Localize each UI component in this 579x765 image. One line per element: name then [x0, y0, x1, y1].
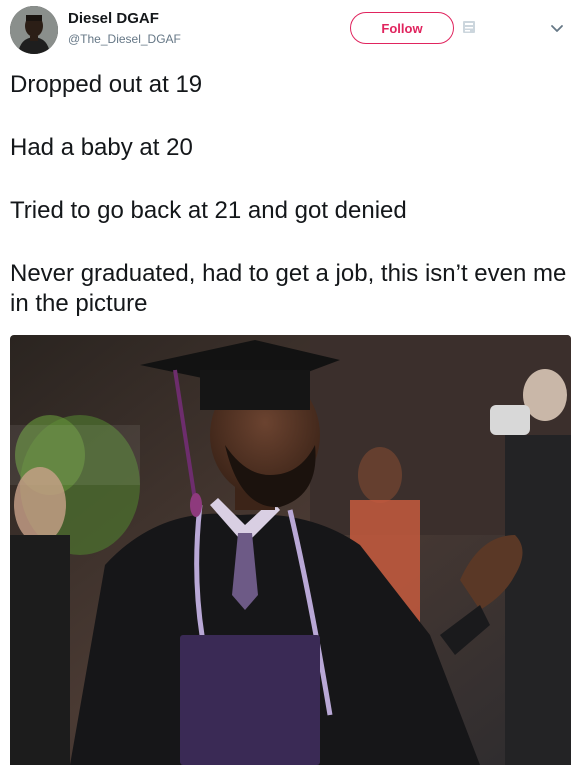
follow-button[interactable]: Follow — [350, 12, 454, 44]
graduation-photo — [10, 335, 571, 765]
tweet-header: Diesel DGAF @The_Diesel_DGAF Follow — [10, 6, 570, 56]
chevron-down-icon[interactable] — [550, 24, 564, 34]
tweet-card: Diesel DGAF @The_Diesel_DGAF Follow Drop… — [0, 0, 579, 765]
user-name-block[interactable]: Diesel DGAF @The_Diesel_DGAF — [68, 10, 181, 48]
tweet-line: Dropped out at 19 — [10, 71, 203, 98]
tweet-photo[interactable] — [10, 335, 571, 765]
tweetdeck-icon[interactable] — [462, 20, 476, 34]
tweet-line: Had a baby at 20 — [10, 134, 193, 161]
display-name[interactable]: Diesel DGAF — [68, 10, 181, 28]
user-handle[interactable]: @The_Diesel_DGAF — [68, 30, 181, 48]
tweet-text: Dropped out at 19 Had a baby at 20 Tried… — [10, 70, 568, 352]
tweet-line: Tried to go back at 21 and got denied — [10, 197, 407, 224]
avatar[interactable] — [10, 6, 58, 54]
tweet-line: Never graduated, had to get a job, this … — [10, 260, 567, 317]
avatar-icon — [10, 6, 58, 54]
